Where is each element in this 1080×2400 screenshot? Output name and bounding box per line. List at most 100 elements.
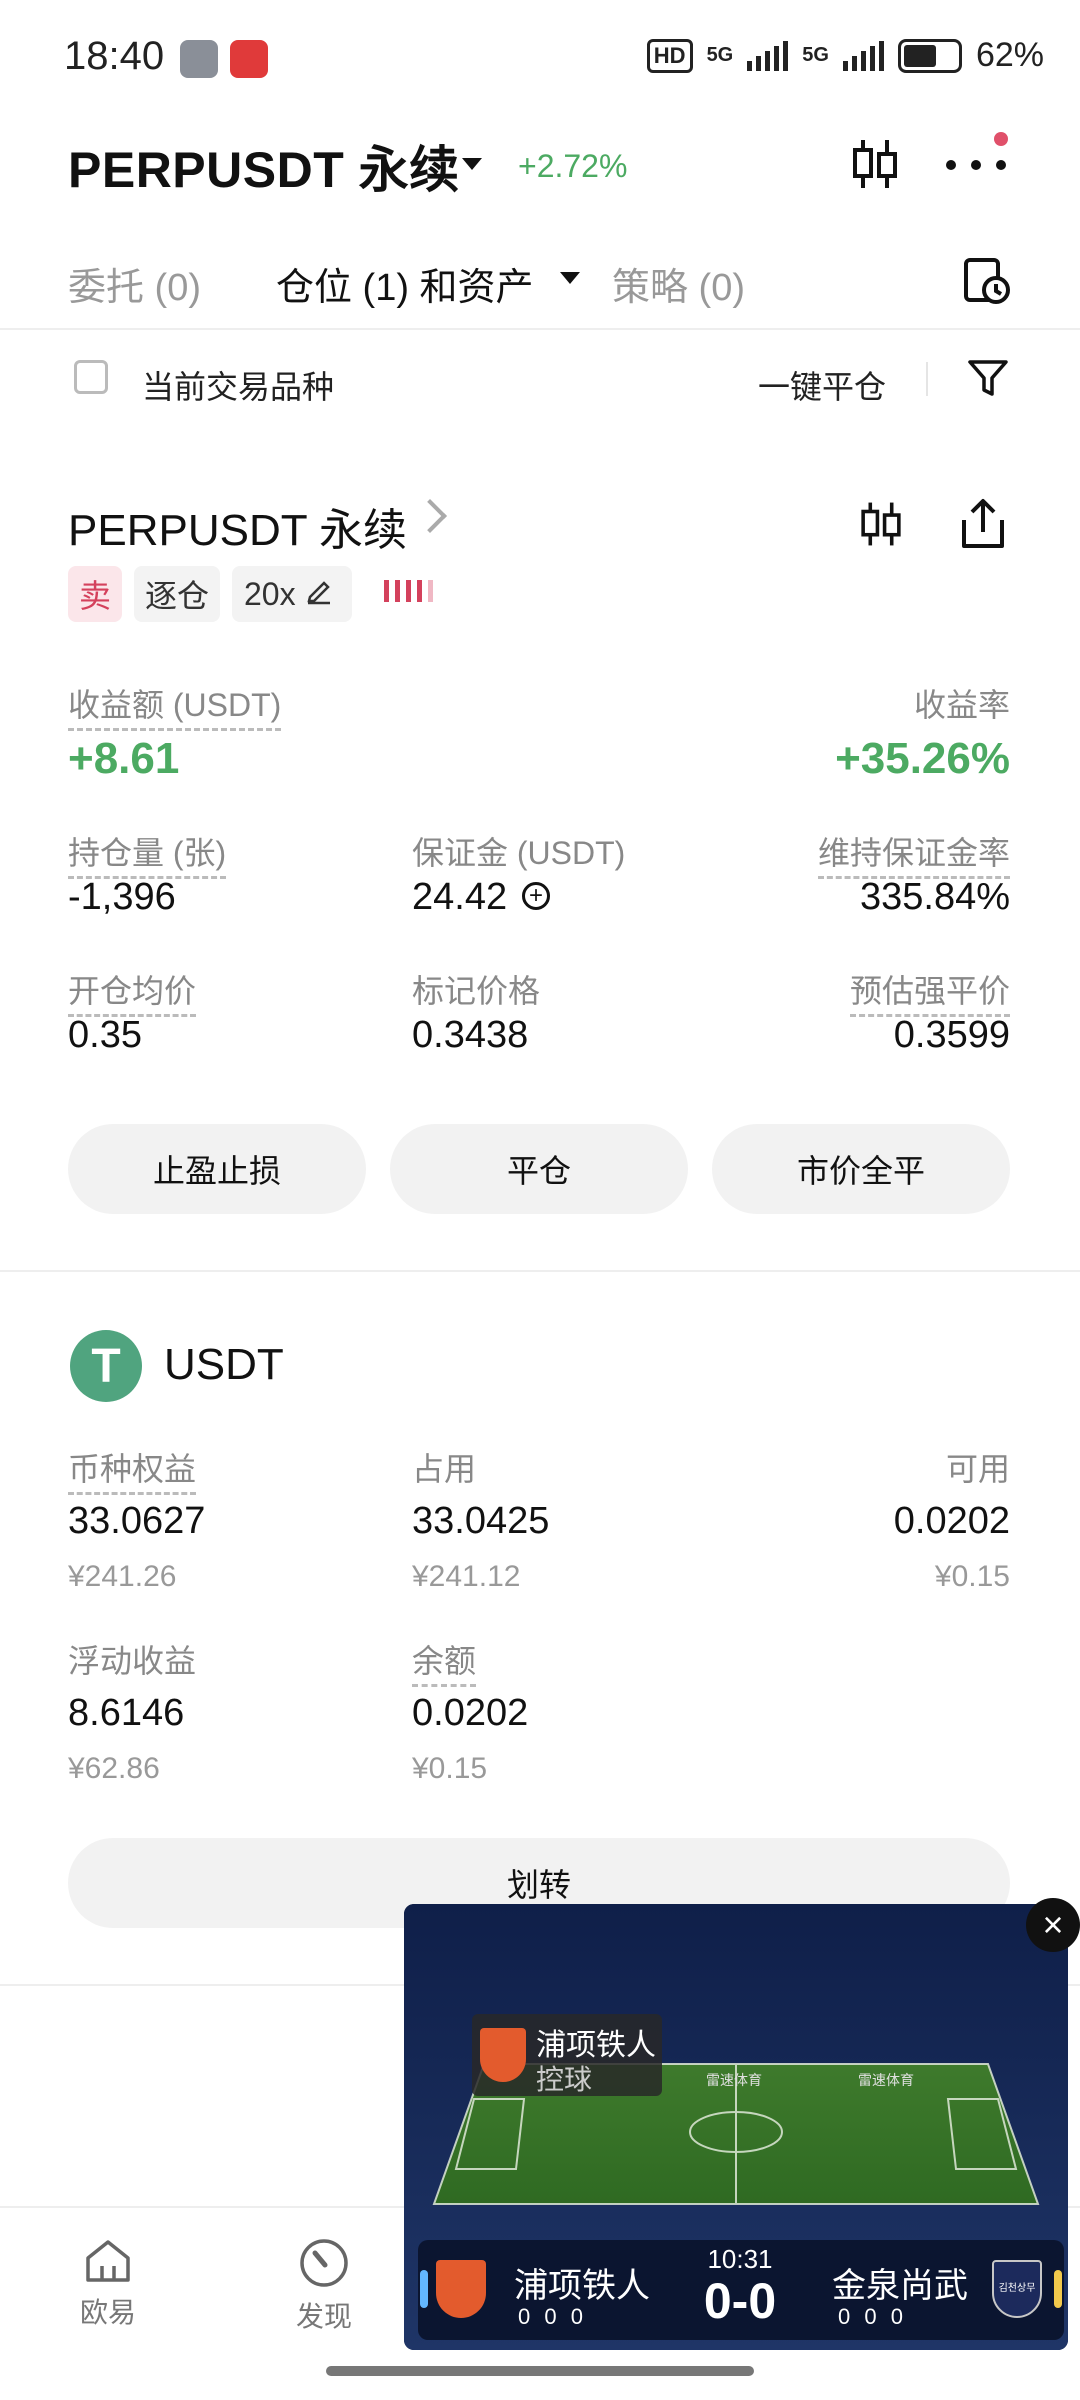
home-team-badge (436, 2260, 486, 2318)
size-value: -1,396 (68, 876, 176, 918)
signal-icon-2 (842, 40, 884, 71)
pnl-value: +8.61 (68, 734, 180, 783)
occupied-value: 33.0425 (412, 1500, 550, 1542)
nav-item-discover[interactable]: 发现 (276, 2236, 372, 2335)
floating-pnl-label: 浮动收益 (68, 1643, 197, 1679)
share-icon[interactable] (958, 496, 1008, 552)
ad-banner-2: 雷速体育 (858, 2072, 914, 2088)
notification-dot (994, 132, 1008, 146)
history-icon[interactable] (960, 254, 1012, 306)
market-close-button[interactable]: 市价全平 (712, 1124, 1010, 1214)
size-label[interactable]: 持仓量 (张) (68, 828, 227, 879)
mark-price-value: 0.3438 (412, 1014, 529, 1056)
section-divider (0, 1270, 1080, 1272)
floating-pnl-value: 8.6146 (68, 1692, 185, 1734)
asset-currency: USDT (164, 1340, 284, 1389)
tab-orders[interactable]: 委托 (0) (68, 256, 201, 311)
roi-label: 收益率 (913, 687, 1010, 723)
nav-discover-label: 发现 (295, 2301, 352, 2332)
status-right-group: HD 5G 5G 62% (646, 36, 1044, 75)
entry-price-value: 0.35 (68, 1014, 142, 1056)
mmr-value: 335.84% (859, 876, 1010, 918)
nav-item-home[interactable]: 欧易 (60, 2236, 156, 2331)
tabs-divider (0, 328, 1080, 330)
equity-cny: ¥241.26 (68, 1560, 177, 1593)
battery-level: 62% (975, 36, 1044, 74)
usdt-icon-glyph: T (91, 1339, 121, 1393)
position-chart-icon[interactable] (856, 496, 906, 552)
match-time: 10:31 (707, 2244, 773, 2274)
close-all-button[interactable]: 一键平仓 (758, 362, 886, 408)
occupied-label: 占用 (412, 1451, 477, 1487)
position-title[interactable]: PERPUSDT 永续 (68, 494, 407, 558)
current-pair-checkbox[interactable] (74, 360, 108, 394)
network-label-1: 5G (706, 44, 734, 66)
side-tag: 卖 (68, 566, 122, 622)
tab-positions-assets[interactable]: 仓位 (1) 和资产 (276, 256, 534, 311)
available-label: 可用 (945, 1451, 1010, 1487)
hd-icon: HD (646, 38, 693, 73)
liq-price-label[interactable]: 预估强平价 (849, 966, 1010, 1017)
away-team-badge-text: 김천상무 (998, 2283, 1036, 2294)
available-value: 0.0202 (893, 1500, 1010, 1542)
nav-home-label: 欧易 (79, 2297, 136, 2328)
equity-value: 33.0627 (68, 1500, 206, 1542)
away-team-badge: 김천상무 (992, 2260, 1042, 2318)
leverage-tag[interactable]: 20x (232, 566, 352, 622)
discover-icon (300, 2239, 348, 2287)
roi-value: +35.26% (835, 734, 1010, 783)
balance-cny: ¥0.15 (412, 1752, 488, 1785)
edit-icon (304, 576, 332, 613)
match-score: 0-0 (703, 2273, 777, 2329)
home-team-name: 浦项铁人 (514, 2267, 650, 2305)
margin-label: 保证金 (USDT) (412, 835, 626, 871)
status-time: 18:40 (64, 34, 165, 78)
tab-dropdown-icon[interactable] (560, 272, 580, 284)
mark-price-label: 标记价格 (412, 973, 541, 1009)
add-margin-icon[interactable]: + (522, 882, 550, 910)
leverage-value: 20x (244, 575, 296, 612)
filter-divider (926, 362, 928, 396)
pair-dropdown-icon[interactable] (462, 158, 482, 170)
away-color-bar (1054, 2270, 1062, 2308)
current-pair-label: 当前交易品种 (142, 369, 335, 405)
adl-indicator-icon (384, 580, 433, 602)
pair-title[interactable]: PERPUSDT 永续 (68, 130, 460, 202)
app-notification-icon (230, 40, 268, 78)
ad-banner-1: 雷速体育 (706, 2072, 762, 2088)
away-team-stats: 0 0 0 (838, 2304, 907, 2329)
home-icon (86, 2240, 130, 2282)
tp-sl-button[interactable]: 止盈止损 (68, 1124, 366, 1214)
possession-status: 控球 (536, 2064, 593, 2095)
balance-value: 0.0202 (412, 1692, 529, 1734)
close-position-button[interactable]: 平仓 (390, 1124, 688, 1214)
pnl-label[interactable]: 收益额 (USDT) (68, 680, 282, 731)
signal-icon-1 (747, 40, 789, 71)
home-color-bar (420, 2270, 428, 2308)
away-team-name: 金泉尚武 (832, 2267, 968, 2305)
liq-price-value: 0.3599 (893, 1014, 1010, 1056)
possession-card: 浦项铁人 控球 (472, 2014, 662, 2096)
candlestick-chart-icon[interactable] (840, 134, 910, 194)
network-label-2: 5G (802, 44, 829, 66)
occupied-cny: ¥241.12 (412, 1560, 521, 1593)
entry-price-label[interactable]: 开仓均价 (68, 966, 197, 1017)
home-indicator[interactable] (326, 2366, 754, 2376)
chevron-right-icon[interactable] (413, 499, 447, 533)
equity-label[interactable]: 币种权益 (68, 1444, 197, 1495)
balance-label[interactable]: 余额 (412, 1636, 477, 1687)
filter-icon[interactable] (966, 356, 1010, 400)
more-icon[interactable] (946, 140, 1006, 190)
margin-mode-tag[interactable]: 逐仓 (134, 566, 220, 622)
mmr-label[interactable]: 维持保证金率 (817, 828, 1010, 879)
usdt-icon: T (70, 1330, 142, 1402)
close-video-button[interactable]: × (1026, 1898, 1080, 1952)
transfer-label: 划转 (506, 1867, 571, 1903)
battery-icon (897, 38, 962, 73)
tab-strategies[interactable]: 策略 (0) (612, 256, 745, 311)
scoreboard: 浦项铁人 0 0 0 10:31 0-0 金泉尚武 0 0 0 김천상무 (418, 2240, 1064, 2340)
available-cny: ¥0.15 (934, 1560, 1010, 1593)
home-team-stats: 0 0 0 (518, 2304, 587, 2329)
margin-value: 24.42 (412, 876, 508, 918)
tool-app-icon (180, 40, 218, 78)
